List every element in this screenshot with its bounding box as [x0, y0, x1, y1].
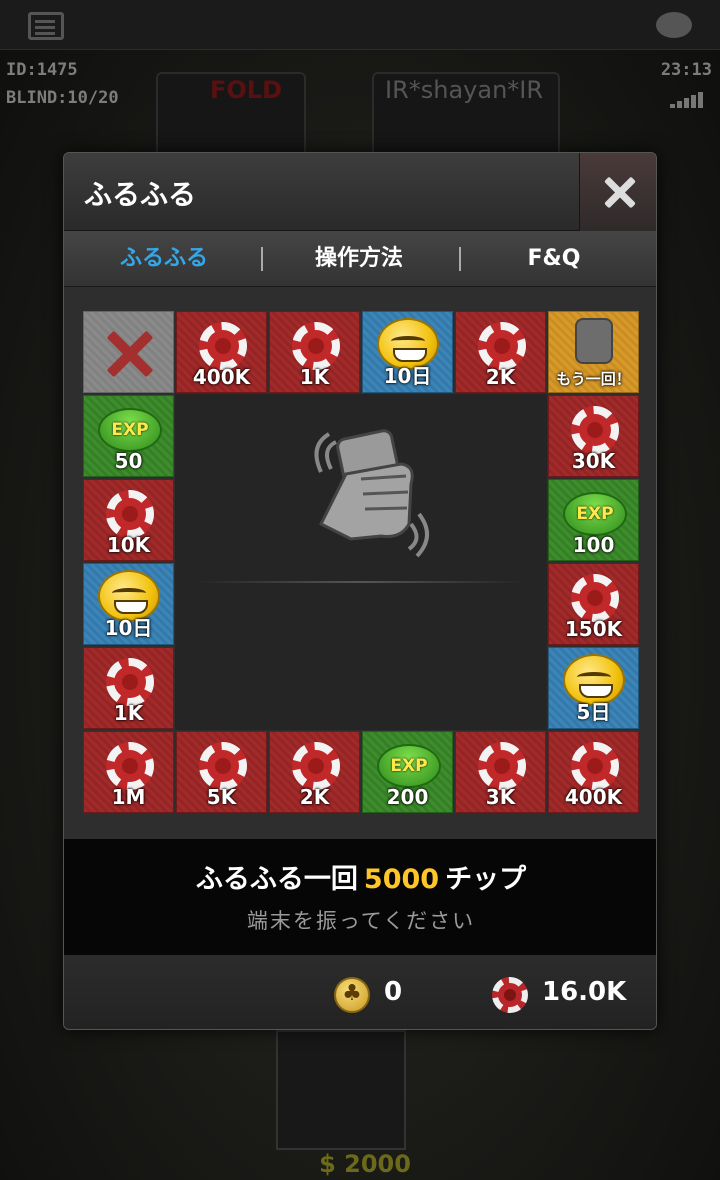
tile-label: 10K [106, 533, 151, 557]
board-tile: 1K [269, 311, 360, 393]
exp-icon: EXP [377, 744, 441, 788]
chip-icon [478, 322, 526, 370]
cost-amount: 5000 [363, 864, 440, 895]
board-tile: EXP 200 [362, 731, 453, 813]
board-tile [83, 311, 174, 393]
chip-icon [571, 406, 619, 454]
player-name: IR*shayan*IR [385, 76, 544, 104]
board-tile: 400K [176, 311, 267, 393]
board-tile: 10K [83, 479, 174, 561]
shake-again-icon [575, 318, 613, 364]
chip-icon [571, 574, 619, 622]
tile-label: 5日 [576, 700, 611, 724]
board-tile: 3K [455, 731, 546, 813]
coin-balance: 0 [384, 977, 403, 1007]
board-tile: 2K [269, 731, 360, 813]
chip-icon [492, 977, 528, 1013]
chip-icon [571, 742, 619, 790]
tab-faq[interactable]: F&Q [474, 231, 634, 287]
balance-footer: 0 16.0K [64, 955, 656, 1029]
info-panel: ふるふる一回 5000 チップ 端末を振ってください [64, 839, 656, 955]
tab-divider [261, 247, 263, 271]
board-tile: 30K [548, 395, 639, 477]
close-button[interactable] [579, 153, 656, 231]
board-tile: EXP 100 [548, 479, 639, 561]
chip-icon [292, 742, 340, 790]
chip-icon [199, 322, 247, 370]
tab-bar: ふるふる 操作方法 F&Q [64, 231, 656, 287]
chip-icon [478, 742, 526, 790]
board-tile: もう一回！ [548, 311, 639, 393]
room-id: ID:1475 [6, 60, 78, 80]
clock: 23:13 [660, 60, 712, 80]
dialog-header: ふるふる [64, 153, 656, 231]
tile-label: 10日 [383, 364, 432, 388]
board-tile: 1M [83, 731, 174, 813]
chip-icon [106, 742, 154, 790]
signal-icon [670, 92, 710, 108]
tab-divider [459, 247, 461, 271]
tile-label: 2K [485, 365, 516, 389]
tile-label: 1K [299, 365, 330, 389]
menu-icon[interactable] [28, 12, 64, 40]
exp-icon: EXP [98, 408, 162, 452]
coin-icon [334, 977, 370, 1013]
blind-info: BLIND:10/20 [6, 88, 119, 108]
chat-icon[interactable] [656, 12, 692, 38]
chip-balance: 16.0K [542, 977, 627, 1007]
chip-icon [199, 742, 247, 790]
chip-icon [106, 490, 154, 538]
board-tile: 2K [455, 311, 546, 393]
tab-furufuru[interactable]: ふるふる [84, 231, 244, 287]
tile-label: 1M [111, 785, 146, 809]
tab-how-to[interactable]: 操作方法 [279, 231, 439, 287]
fold-label: FOLD [210, 76, 283, 104]
board-tile: 1K [83, 647, 174, 729]
tile-label: 10日 [104, 616, 153, 640]
tile-label: もう一回！ [556, 370, 631, 388]
dialog-title: ふるふる [84, 178, 197, 211]
tile-label: 1K [113, 701, 144, 725]
chip-icon [106, 658, 154, 706]
board-center [175, 394, 547, 730]
board-tile: EXP 50 [83, 395, 174, 477]
furufuru-dialog: ふるふる ふるふる 操作方法 F&Q 400K 1K 10日 2K もう一回！ 30K EX… [63, 152, 657, 1030]
board-tile: 10日 [83, 563, 174, 645]
board-tile: 5K [176, 731, 267, 813]
shake-phone-icon [314, 429, 429, 558]
tile-label: 2K [299, 785, 330, 809]
tile-label: 150K [564, 617, 623, 641]
tile-label: 200 [386, 785, 429, 809]
center-divider [195, 581, 527, 583]
cost-suffix: チップ [445, 864, 527, 895]
board-tile: 400K [548, 731, 639, 813]
tile-label: 5K [206, 785, 237, 809]
player-money: $ 2000 [319, 1150, 411, 1178]
top-bar [0, 0, 720, 50]
board-tile: 5日 [548, 647, 639, 729]
shake-instruction: 端末を振ってください [246, 909, 476, 933]
player-card-area [276, 1030, 406, 1150]
tile-label: 400K [192, 365, 251, 389]
cost-prefix: ふるふる一回 [195, 864, 358, 895]
roulette-board: 400K 1K 10日 2K もう一回！ 30K EXP 100 150K 5日 400K 3K EXP… [83, 311, 639, 814]
tile-label: 100 [572, 533, 615, 557]
chip-icon [292, 322, 340, 370]
tile-label: 50 [114, 449, 143, 473]
board-tile: 10日 [362, 311, 453, 393]
miss-icon [104, 328, 156, 380]
board-tile: 150K [548, 563, 639, 645]
cost-line: ふるふる一回 5000 チップ [64, 857, 656, 896]
tile-label: 3K [485, 785, 516, 809]
tile-label: 400K [564, 785, 623, 809]
exp-icon: EXP [563, 492, 627, 536]
tile-label: 30K [571, 449, 616, 473]
